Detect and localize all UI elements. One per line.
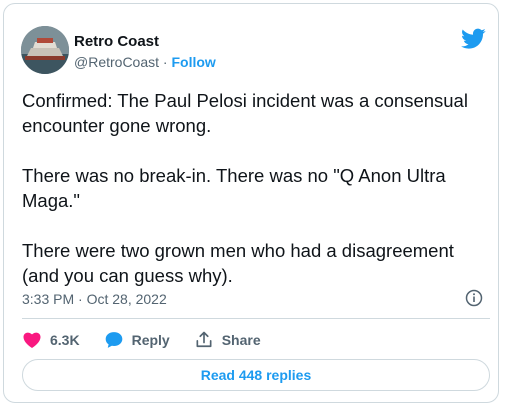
tweet-paragraph: Confirmed: The Paul Pelosi incident was …	[22, 90, 468, 136]
tweet-card: Retro Coast @RetroCoast · Follow Confirm…	[3, 3, 499, 403]
share-label: Share	[221, 332, 261, 348]
author-name[interactable]: Retro Coast	[74, 33, 159, 50]
info-icon[interactable]	[465, 289, 483, 307]
read-replies-button[interactable]: Read 448 replies	[22, 359, 490, 391]
like-button[interactable]: 6.3K	[22, 330, 80, 350]
divider	[22, 318, 490, 319]
twitter-bird-icon[interactable]	[461, 28, 486, 50]
tweet-paragraph: There were two grown men who had a disag…	[22, 240, 454, 286]
author-handle-row: @RetroCoast · Follow	[74, 54, 216, 70]
action-bar: 6.3K Reply Share	[22, 329, 285, 351]
share-icon	[196, 331, 212, 348]
follow-button[interactable]: Follow	[171, 54, 215, 70]
share-button[interactable]: Share	[194, 330, 261, 350]
tweet-text: Confirmed: The Paul Pelosi incident was …	[22, 88, 492, 288]
separator-dot: ·	[162, 54, 168, 70]
tweet-paragraph: There was no break-in. There was no "Q A…	[22, 165, 446, 211]
reply-label: Reply	[131, 332, 170, 348]
reply-button[interactable]: Reply	[104, 330, 170, 350]
heart-icon	[23, 332, 41, 348]
author-handle[interactable]: @RetroCoast	[74, 54, 159, 70]
like-count: 6.3K	[50, 332, 80, 348]
speech-bubble-icon	[105, 332, 122, 348]
avatar[interactable]	[21, 26, 69, 74]
tweet-timestamp[interactable]: 3:33 PM · Oct 28, 2022	[22, 291, 167, 307]
